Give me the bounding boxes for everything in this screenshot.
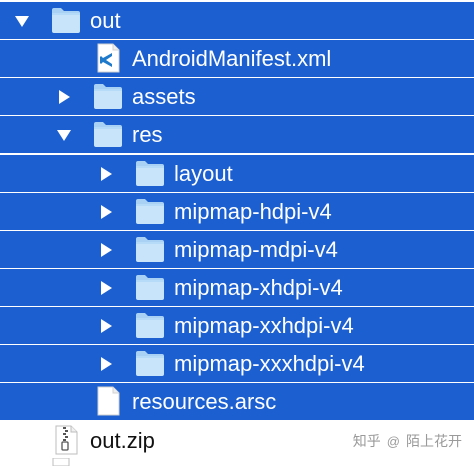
disclosure-triangle-collapsed-icon[interactable] xyxy=(98,242,114,258)
vscode-file-icon xyxy=(97,43,120,73)
folder-icon xyxy=(136,351,164,376)
document-icon xyxy=(97,386,120,416)
tree-item-label: AndroidManifest.xml xyxy=(132,46,332,71)
folder-icon xyxy=(136,199,164,224)
folder-icon xyxy=(136,237,164,262)
tree-row[interactable]: AndroidManifest.xml xyxy=(0,40,474,77)
tree-item-label: mipmap-hdpi-v4 xyxy=(174,199,332,224)
tree-item-label: res xyxy=(132,122,163,147)
folder-icon xyxy=(94,122,122,147)
folder-icon xyxy=(52,8,80,33)
disclosure-triangle-collapsed-icon[interactable] xyxy=(98,204,114,220)
tree-item-label: out xyxy=(90,8,121,33)
disclosure-triangle-collapsed-icon[interactable] xyxy=(98,166,114,182)
watermark-site: 知乎 xyxy=(352,433,381,449)
disclosure-triangle-expanded-icon[interactable] xyxy=(14,13,30,29)
watermark-separator: @ xyxy=(386,433,400,449)
disclosure-triangle-collapsed-icon[interactable] xyxy=(98,280,114,296)
partial-file-icon xyxy=(52,458,70,466)
tree-row[interactable]: mipmap-xxhdpi-v4 xyxy=(0,307,474,344)
folder-icon xyxy=(94,84,122,109)
disclosure-triangle-collapsed-icon[interactable] xyxy=(98,318,114,334)
watermark: 知乎 @ 陌上花开 xyxy=(353,426,462,456)
tree-item-label: layout xyxy=(174,161,233,186)
tree-row[interactable]: out xyxy=(0,2,474,39)
disclosure-triangle-collapsed-icon[interactable] xyxy=(56,89,72,105)
tree-row[interactable]: assets xyxy=(0,78,474,115)
tree-item-label: mipmap-xxhdpi-v4 xyxy=(174,313,354,338)
tree-item-label: mipmap-xxxhdpi-v4 xyxy=(174,351,365,376)
tree-item-label: assets xyxy=(132,84,196,109)
tree-row[interactable]: res xyxy=(0,116,474,153)
tree-row[interactable]: mipmap-mdpi-v4 xyxy=(0,231,474,268)
tree-item-label: mipmap-xhdpi-v4 xyxy=(174,275,343,300)
tree-item-label: out.zip xyxy=(90,428,155,453)
tree-row[interactable]: layout xyxy=(0,155,474,192)
tree-row[interactable]: mipmap-xhdpi-v4 xyxy=(0,269,474,306)
tree-row[interactable]: mipmap-hdpi-v4 xyxy=(0,193,474,230)
disclosure-triangle-expanded-icon[interactable] xyxy=(56,127,72,143)
disclosure-triangle-collapsed-icon[interactable] xyxy=(98,356,114,372)
folder-icon xyxy=(136,161,164,186)
tree-item-label: resources.arsc xyxy=(132,389,277,414)
zip-file-icon xyxy=(55,425,78,455)
tree-row[interactable]: resources.arsc xyxy=(0,383,474,420)
folder-icon xyxy=(136,275,164,300)
watermark-author: 陌上花开 xyxy=(406,433,462,449)
folder-icon xyxy=(136,313,164,338)
tree-row[interactable]: mipmap-xxxhdpi-v4 xyxy=(0,345,474,382)
tree-item-label: mipmap-mdpi-v4 xyxy=(174,237,338,262)
